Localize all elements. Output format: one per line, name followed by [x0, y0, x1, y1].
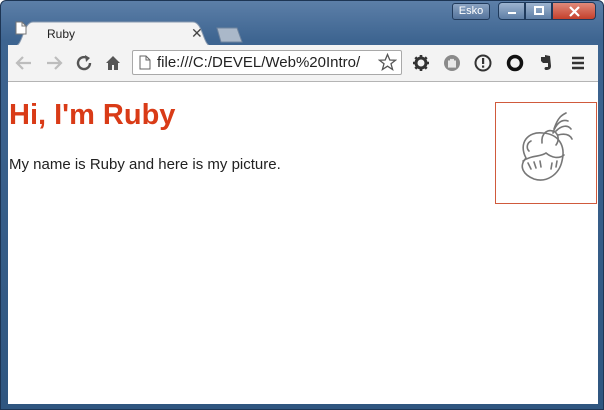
tab-ruby[interactable]: Ruby ✕: [15, 21, 211, 46]
hand-icon[interactable]: [442, 53, 462, 73]
gear-icon[interactable]: [411, 53, 431, 73]
close-icon: [568, 5, 580, 17]
close-window-button[interactable]: [552, 2, 596, 20]
toolbar: file:///C:/DEVEL/Web%20Intro/: [8, 45, 598, 82]
page-content: Hi, I'm Ruby My name is Ruby and here is…: [8, 82, 598, 404]
minimize-button[interactable]: [498, 2, 525, 20]
window-controls: [498, 2, 596, 21]
browser-window: Esko Ruby ✕ file:///C:/DEVEL/Web%20Intro…: [0, 0, 604, 410]
maximize-icon: [533, 6, 544, 15]
intro-paragraph: My name is Ruby and here is my picture.: [9, 156, 281, 173]
reload-icon[interactable]: [74, 53, 94, 73]
evernote-icon[interactable]: [536, 53, 556, 73]
forward-arrow-icon[interactable]: [44, 53, 64, 73]
page-heading: Hi, I'm Ruby: [9, 99, 176, 131]
page-icon: [139, 55, 151, 70]
ruby-sketch-image: [521, 112, 573, 181]
tab-close-icon[interactable]: ✕: [191, 25, 203, 42]
star-icon[interactable]: [378, 53, 397, 72]
url-text[interactable]: file:///C:/DEVEL/Web%20Intro/: [157, 54, 375, 71]
minimize-icon: [507, 12, 516, 14]
menu-icon[interactable]: [568, 53, 588, 73]
tab-title: Ruby: [47, 27, 76, 41]
user-badge[interactable]: Esko: [452, 3, 490, 20]
back-arrow-icon[interactable]: [14, 53, 34, 73]
home-icon[interactable]: [103, 53, 123, 73]
address-bar[interactable]: file:///C:/DEVEL/Web%20Intro/: [132, 50, 402, 75]
page-icon: [15, 21, 27, 35]
info-icon[interactable]: [473, 53, 493, 73]
tab-shape: [15, 21, 211, 46]
ruby-picture: [495, 102, 597, 204]
new-tab-button[interactable]: [213, 27, 243, 43]
maximize-button[interactable]: [525, 2, 552, 20]
ring-icon[interactable]: [505, 53, 525, 73]
